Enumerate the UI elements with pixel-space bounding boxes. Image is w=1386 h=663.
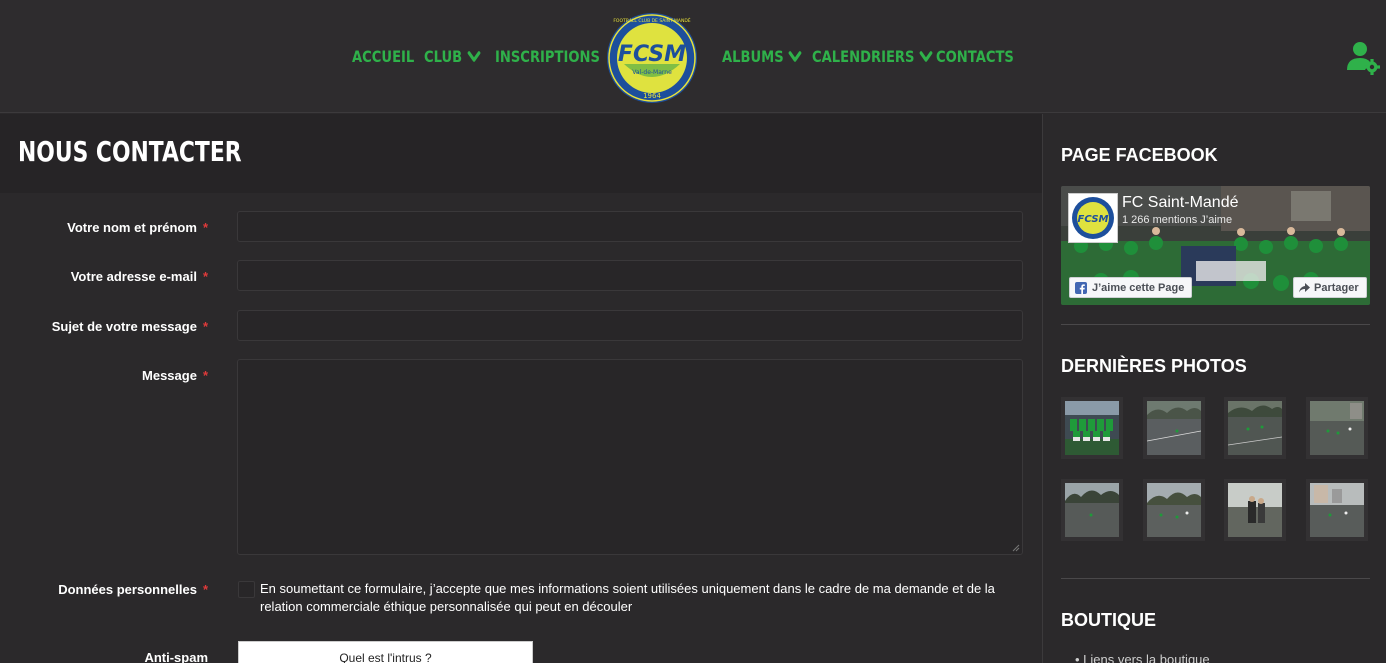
chevron-down-icon [919,50,933,62]
antispam-question[interactable]: Quel est l'intrus ? [238,641,533,663]
nav-item-accueil[interactable]: ACCUEIL [352,47,414,66]
required-marker: * [202,220,208,235]
logo-text: FCSM [618,42,686,67]
label-text: Données personnelles [58,582,197,597]
photo-thumb[interactable] [1143,397,1205,459]
facebook-like-button[interactable]: J’aime cette Page [1069,277,1193,298]
sidebar-divider-2 [1061,578,1370,579]
email-label: Votre adresse e-mail * [71,269,208,284]
club-logo-small: FCSM [1072,197,1114,239]
photo-thumb[interactable] [1306,479,1368,541]
match-photo [1310,483,1364,537]
facebook-share-button[interactable]: Partager [1293,277,1367,298]
resize-grip-icon[interactable] [1012,544,1020,552]
nav-label: INSCRIPTIONS [495,47,600,66]
consent-text: En soumettant ce formulaire, j’accepte q… [260,581,995,614]
required-marker: * [202,582,208,597]
like-button-label: J’aime cette Page [1092,281,1185,294]
logo-year: 1964 [643,92,661,100]
user-settings-icon[interactable] [1345,40,1381,76]
label-text: Votre nom et prénom [67,220,197,235]
nav-item-contacts[interactable]: CONTACTS [936,47,1014,66]
label-text: Anti-spam [144,650,208,663]
message-textarea[interactable] [237,359,1023,555]
facebook-likes: 1 266 mentions J’aime [1122,214,1233,226]
facebook-icon [1075,281,1087,294]
nav-label: CALENDRIERS [812,47,915,66]
label-text: Sujet de votre message [51,319,197,334]
nav-label: CONTACTS [936,47,1014,66]
match-photo [1228,483,1282,537]
name-input[interactable] [237,211,1023,242]
match-photo [1147,401,1201,455]
boutique-section-title: BOUTIQUE [1061,610,1157,630]
photo-thumb[interactable] [1224,479,1286,541]
page-title: NOUS CONTACTER [18,135,242,168]
club-logo[interactable]: FCSM Val-de-Marne 1964 FOOTBALL CLUB DE … [606,12,698,104]
antispam-label: Anti-spam [144,650,208,663]
label-text: Votre adresse e-mail [70,269,197,284]
nav-item-calendriers[interactable]: CALENDRIERS [812,47,933,66]
subject-label: Sujet de votre message * [52,319,208,334]
match-photo [1147,483,1201,537]
subject-input[interactable] [237,310,1023,341]
photo-thumb[interactable] [1143,479,1205,541]
message-label: Message * [142,368,208,383]
photo-thumb[interactable] [1061,479,1123,541]
name-label: Votre nom et prénom * [67,220,208,235]
consent-label: Données personnelles * [58,582,208,597]
facebook-section-title: PAGE FACEBOOK [1061,145,1218,165]
nav-label: ALBUMS [722,47,784,66]
nav-label: ACCUEIL [352,47,415,66]
share-button-label: Partager [1314,281,1359,294]
photo-thumb[interactable] [1306,397,1368,459]
share-arrow-icon [1299,282,1310,292]
match-photo [1310,401,1364,455]
match-photo [1228,401,1282,455]
logo-region: Val-de-Marne [632,69,672,76]
email-field[interactable] [237,260,1023,291]
required-marker: * [202,319,208,334]
chevron-down-icon [467,50,481,62]
consent-checkbox[interactable] [238,581,255,598]
required-marker: * [202,269,208,284]
sidebar-divider [1042,114,1043,663]
photos-section-title: DERNIÈRES PHOTOS [1061,356,1247,376]
nav-label: CLUB [424,47,463,66]
nav-item-club[interactable]: CLUB [424,47,481,66]
required-marker: * [202,368,208,383]
nav-item-inscriptions[interactable]: INSCRIPTIONS [495,47,600,66]
facebook-avatar[interactable]: FCSM [1068,193,1118,243]
sidebar-divider-1 [1061,324,1370,325]
facebook-page-name[interactable]: FC Saint-Mandé [1122,194,1239,212]
match-photo [1065,483,1119,537]
logo-text: FCSM [1078,214,1109,225]
chevron-down-icon [788,50,802,62]
photo-thumb[interactable] [1061,397,1123,459]
team-photo [1065,401,1119,455]
photo-thumb[interactable] [1224,397,1286,459]
boutique-item[interactable]: • Liens vers la boutique [1075,652,1210,663]
label-text: Message [142,368,197,383]
nav-item-albums[interactable]: ALBUMS [722,47,802,66]
